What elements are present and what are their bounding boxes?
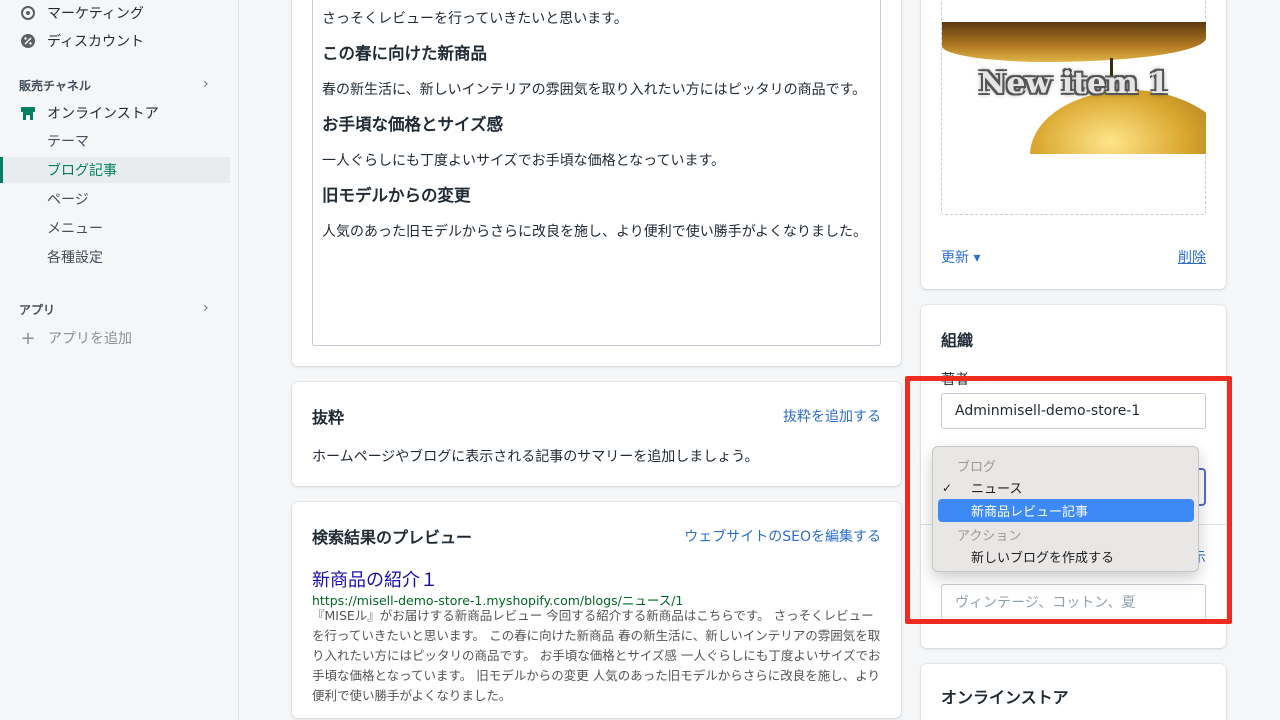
featured-image: New item 1 [942, 22, 1206, 154]
dropdown-create-blog[interactable]: 新しいブログを作成する [938, 545, 1194, 568]
marketing-icon [20, 5, 36, 21]
editor-heading: この春に向けた新商品 [322, 44, 487, 63]
editor-paragraph: 人気のあった旧モデルからさらに改良を施し、より便利で使い勝手がよくなりました。 [322, 224, 868, 240]
nav-themes[interactable]: テーマ [47, 128, 89, 154]
author-label: 著者 [941, 372, 969, 388]
seo-preview-description: 『MISEル』がお届けする新商品レビュー 今回する紹介する新商品はこちらです。 … [312, 608, 881, 703]
online-store-title: オンラインストア [941, 688, 1069, 707]
discount-icon [20, 33, 36, 49]
dropdown-group-action: アクション [957, 529, 1022, 544]
update-image-button[interactable]: 更新 ▾ [941, 247, 980, 267]
editor-heading: 旧モデルからの変更 [322, 186, 471, 205]
nav-marketing-label: マーケティング [47, 6, 144, 22]
dropdown-option-new-product-review[interactable]: 新商品レビュー記事 [938, 499, 1194, 522]
dropdown-group-blog: ブログ [957, 460, 997, 475]
editor-paragraph: 春の新生活に、新しいインテリアの雰囲気を取り入れたい方にはピッタリの商品です。 [322, 82, 867, 98]
nav-discounts[interactable]: ディスカウント [0, 28, 230, 54]
editor-paragraph: さっそくレビューを行っていきたいと思います。 [322, 11, 628, 27]
nav-online-store-label: オンラインストア [47, 106, 159, 122]
editor-heading: お手頃な価格とサイズ感 [322, 115, 504, 134]
featured-image-card: New item 1 更新 ▾ 削除 [921, 0, 1226, 289]
chevron-right-icon[interactable]: › [203, 76, 209, 92]
dropdown-option-label: ニュース [971, 482, 1023, 497]
add-app-button[interactable]: + アプリを追加 [20, 327, 132, 349]
store-icon [20, 105, 36, 121]
apps-heading: アプリ [19, 302, 56, 317]
add-excerpt-link[interactable]: 抜粋を追加する [783, 406, 881, 426]
chevron-right-icon[interactable]: › [203, 300, 209, 316]
online-store-card: オンラインストア [921, 664, 1226, 720]
plus-icon: + [20, 327, 36, 349]
seo-preview-title: 新商品の紹介１ [312, 570, 438, 591]
sidebar: マーケティング ディスカウント 販売チャネル › オンラインストア テーマ ブロ… [0, 0, 239, 720]
checkmark-icon: ✓ [942, 480, 953, 495]
image-overlay-text: New item 1 [978, 66, 1170, 101]
nav-discounts-label: ディスカウント [47, 34, 145, 50]
nav-menus[interactable]: メニュー [47, 215, 103, 241]
nav-preferences[interactable]: 各種設定 [47, 244, 103, 270]
nav-online-store[interactable]: オンラインストア [0, 100, 230, 126]
nav-blog-posts[interactable]: ブログ記事 [0, 157, 230, 183]
seo-title: 検索結果のプレビュー [312, 528, 473, 547]
dropdown-option-news[interactable]: ✓ ニュース [938, 476, 1194, 499]
excerpt-card: 抜粋 抜粋を追加する ホームページやブログに表示される記事のサマリーを追加しまし… [292, 382, 901, 486]
rich-text-editor[interactable]: さっそくレビューを行っていきたいと思います。 この春に向けた新商品 春の新生活に… [312, 0, 881, 346]
add-app-label: アプリを追加 [48, 331, 132, 347]
tags-input[interactable]: ヴィンテージ、コットン、夏 [941, 584, 1206, 620]
image-dropzone[interactable]: New item 1 [941, 0, 1206, 215]
nav-blog-posts-label: ブログ記事 [47, 163, 117, 179]
sales-channels-heading: 販売チャネル [19, 78, 91, 93]
lamp-shade-graphic [942, 22, 1206, 62]
author-select[interactable]: Adminmisell-demo-store-1 [941, 393, 1206, 429]
delete-image-link[interactable]: 削除 [1178, 247, 1206, 267]
edit-seo-link[interactable]: ウェブサイトのSEOを編集する [684, 526, 881, 546]
organization-title: 組織 [941, 331, 974, 350]
dropdown-option-label: 新商品レビュー記事 [971, 505, 1089, 520]
editor-paragraph: 一人ぐらしにも丁度よいサイズでお手頃な価格となっています。 [322, 153, 726, 169]
nav-marketing[interactable]: マーケティング [0, 0, 230, 26]
excerpt-title: 抜粋 [312, 408, 345, 427]
excerpt-description: ホームページやブログに表示される記事のサマリーを追加しましょう。 [312, 449, 759, 465]
seo-preview-card: 検索結果のプレビュー ウェブサイトのSEOを編集する 新商品の紹介１ https… [292, 502, 901, 718]
content-card: さっそくレビューを行っていきたいと思います。 この春に向けた新商品 春の新生活に… [292, 0, 901, 366]
blog-dropdown-menu: ブログ ✓ ニュース 新商品レビュー記事 アクション 新しいブログを作成する [932, 446, 1199, 572]
nav-pages[interactable]: ページ [47, 186, 89, 212]
dropdown-option-label: 新しいブログを作成する [971, 551, 1115, 566]
